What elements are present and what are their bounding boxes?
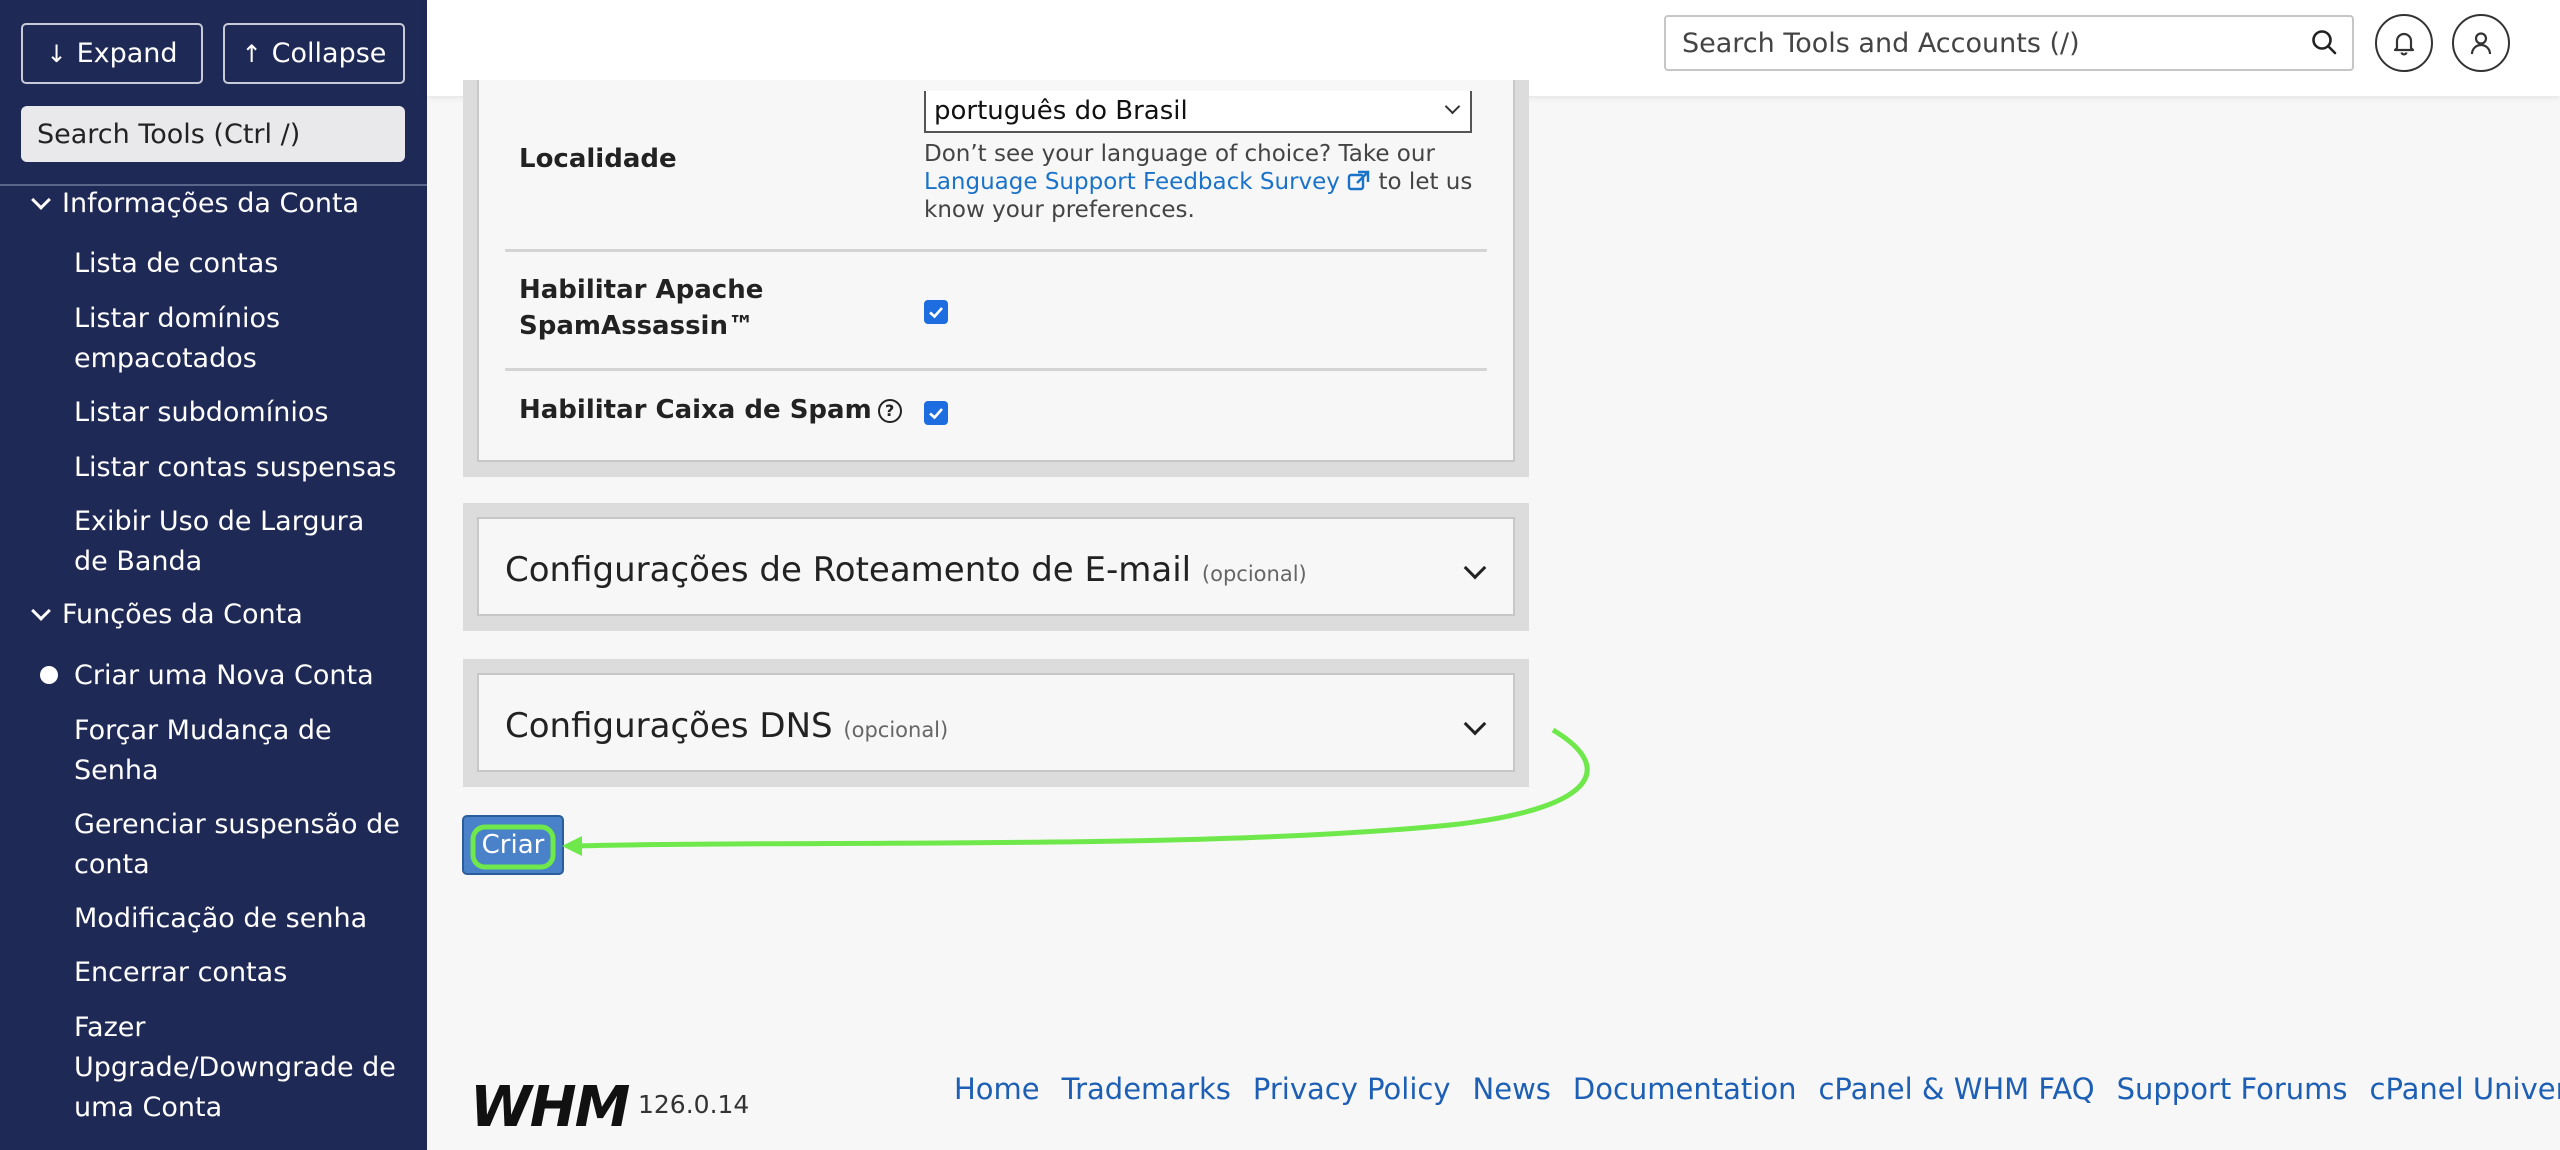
arrow-down-icon: ↓ bbox=[46, 39, 67, 68]
sidebar-section-account-info[interactable]: Informações da Conta bbox=[31, 188, 360, 219]
row-divider bbox=[505, 249, 1487, 252]
expand-button[interactable]: ↓ Expand bbox=[21, 23, 203, 84]
collapse-label: Collapse bbox=[271, 38, 387, 69]
bell-icon bbox=[2393, 32, 2415, 56]
optional-tag: (opcional) bbox=[843, 718, 949, 742]
sidebar-section-title: Informações da Conta bbox=[62, 188, 360, 219]
whm-logo: WHM bbox=[470, 1075, 630, 1140]
spam-box-label-row: Habilitar Caixa de Spam? bbox=[519, 392, 902, 428]
footer-link-faq[interactable]: cPanel & WHM FAQ bbox=[1818, 1072, 2094, 1106]
sidebar-search-input[interactable]: Search Tools (Ctrl /) bbox=[21, 106, 405, 162]
spamassassin-checkbox[interactable] bbox=[924, 300, 948, 324]
create-button[interactable]: Criar bbox=[462, 815, 564, 875]
footer-link-documentation[interactable]: Documentation bbox=[1573, 1072, 1797, 1106]
chevron-down-icon bbox=[31, 189, 51, 210]
external-link-icon bbox=[1348, 170, 1370, 191]
sidebar-item-force-password-change[interactable]: Forçar Mudança de Senha bbox=[74, 711, 404, 791]
collapse-button[interactable]: ↑ Collapse bbox=[223, 23, 405, 84]
optional-tag: (opcional) bbox=[1201, 562, 1307, 586]
sidebar-item-terminate-accounts[interactable]: Encerrar contas bbox=[74, 953, 404, 993]
sidebar-section-title: Funções da Conta bbox=[62, 599, 303, 630]
sidebar-item-manage-suspension[interactable]: Gerenciar suspensão de conta bbox=[74, 805, 404, 885]
email-routing-title-text: Configurações de Roteamento de E-mail bbox=[505, 550, 1192, 590]
dns-title-text: Configurações DNS bbox=[505, 706, 833, 746]
footer-link-trademarks[interactable]: Trademarks bbox=[1062, 1072, 1231, 1106]
version-text: 126.0.14 bbox=[638, 1090, 750, 1119]
locale-help-text: Don’t see your language of choice? Take … bbox=[924, 140, 1484, 224]
sidebar-section-account-functions[interactable]: Funções da Conta bbox=[31, 599, 303, 630]
sidebar: ↓ Expand ↑ Collapse Search Tools (Ctrl /… bbox=[0, 0, 427, 1150]
sidebar-divider bbox=[0, 184, 427, 186]
active-indicator-dot bbox=[40, 666, 58, 684]
email-routing-title: Configurações de Roteamento de E-mail (o… bbox=[505, 550, 1307, 590]
footer-link-privacy[interactable]: Privacy Policy bbox=[1253, 1072, 1451, 1106]
arrow-up-icon: ↑ bbox=[241, 39, 262, 68]
dns-title: Configurações DNS (opcional) bbox=[505, 706, 948, 746]
locale-label: Localidade bbox=[519, 144, 677, 174]
user-icon bbox=[2470, 32, 2492, 55]
annotation-arrowhead bbox=[562, 836, 582, 856]
chevron-down-icon bbox=[31, 600, 51, 621]
footer-link-university[interactable]: cPanel University bbox=[2370, 1072, 2560, 1106]
footer-links: Home Trademarks Privacy Policy News Docu… bbox=[954, 1072, 2560, 1106]
spamassassin-label: Habilitar Apache SpamAssassin™ bbox=[519, 275, 764, 341]
footer-link-news[interactable]: News bbox=[1473, 1072, 1551, 1106]
notifications-button[interactable] bbox=[2375, 14, 2433, 72]
row-divider bbox=[505, 368, 1487, 371]
sidebar-item-suspended-accounts[interactable]: Listar contas suspensas bbox=[74, 448, 404, 488]
locale-select[interactable]: português do Brasil bbox=[924, 91, 1472, 133]
expand-label: Expand bbox=[76, 38, 178, 69]
user-menu-button[interactable] bbox=[2452, 14, 2510, 72]
locale-select-value: português do Brasil bbox=[934, 96, 1188, 126]
checkmark-icon bbox=[929, 408, 943, 420]
sidebar-item-create-account[interactable]: Criar uma Nova Conta bbox=[74, 656, 404, 696]
help-icon[interactable]: ? bbox=[877, 398, 902, 423]
spam-box-checkbox[interactable] bbox=[924, 401, 948, 425]
locale-help-prefix: Don’t see your language of choice? Take … bbox=[924, 141, 1435, 167]
sidebar-item-password-modification[interactable]: Modificação de senha bbox=[74, 899, 404, 939]
footer-link-home[interactable]: Home bbox=[954, 1072, 1040, 1106]
header-search-input[interactable]: Search Tools and Accounts (/) bbox=[1664, 15, 2354, 71]
sidebar-item-account-list[interactable]: Lista de contas bbox=[74, 244, 404, 284]
language-survey-link-text: Language Support Feedback Survey bbox=[924, 169, 1340, 195]
chevron-down-icon bbox=[1444, 98, 1461, 115]
language-survey-link[interactable]: Language Support Feedback Survey bbox=[924, 169, 1371, 195]
sidebar-item-upgrade-downgrade[interactable]: Fazer Upgrade/Downgrade de uma Conta bbox=[74, 1008, 404, 1128]
sidebar-item-parked-domains[interactable]: Listar domínios empacotados bbox=[74, 299, 404, 379]
checkmark-icon bbox=[929, 307, 943, 319]
search-icon[interactable] bbox=[2310, 28, 2338, 56]
footer-link-forums[interactable]: Support Forums bbox=[2117, 1072, 2348, 1106]
sidebar-item-bandwidth[interactable]: Exibir Uso de Largura de Banda bbox=[74, 502, 404, 582]
spam-box-label: Habilitar Caixa de Spam bbox=[519, 395, 872, 425]
sidebar-item-subdomains[interactable]: Listar subdomínios bbox=[74, 393, 404, 433]
